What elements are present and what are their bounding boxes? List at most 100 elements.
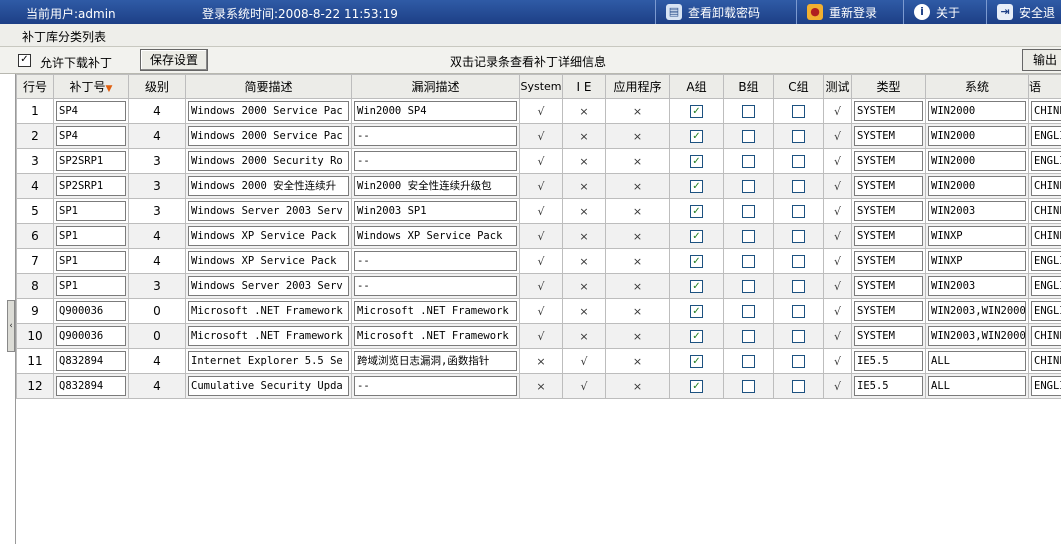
group-a-checkbox[interactable]: ✓ [690, 355, 703, 368]
os-field[interactable]: WIN2003 [928, 201, 1026, 221]
table-row[interactable]: 12 Q832894 4 Cumulative Security Upda -- × √ × ✓… [16, 373, 1061, 399]
summary-field[interactable]: Windows 2000 Security Ro [188, 151, 349, 171]
group-b-checkbox[interactable] [742, 205, 755, 218]
patch-number-field[interactable]: Q832894 [56, 376, 126, 396]
col-header-vulnerability[interactable]: 漏洞描述 [351, 74, 520, 99]
vulnerability-field[interactable]: 跨域浏览日志漏洞,函数指针 [354, 351, 517, 371]
type-field[interactable]: SYSTEM [854, 151, 923, 171]
group-b-checkbox[interactable] [742, 180, 755, 193]
language-field[interactable]: ENGLISH [1031, 251, 1061, 271]
type-field[interactable]: SYSTEM [854, 251, 923, 271]
language-field[interactable]: CHINESE [1031, 351, 1061, 371]
group-c-checkbox[interactable] [792, 230, 805, 243]
table-row[interactable]: 11 Q832894 4 Internet Explorer 5.5 Se 跨域浏览日志… [16, 348, 1061, 374]
vulnerability-field[interactable]: Windows XP Service Pack [354, 226, 517, 246]
os-field[interactable]: WIN2000 [928, 176, 1026, 196]
col-header-patch-number[interactable]: 补丁号▼ [53, 74, 129, 99]
language-field[interactable]: CHINESE [1031, 201, 1061, 221]
group-b-checkbox[interactable] [742, 130, 755, 143]
export-button[interactable]: 输出 [1022, 49, 1061, 71]
os-field[interactable]: WIN2000 [928, 151, 1026, 171]
allow-download-checkbox[interactable]: ✓ [18, 54, 31, 67]
os-field[interactable]: ALL [928, 376, 1026, 396]
type-field[interactable]: SYSTEM [854, 326, 923, 346]
group-b-checkbox[interactable] [742, 305, 755, 318]
table-row[interactable]: 1 SP4 4 Windows 2000 Service Pac Win2000 SP4… [16, 98, 1061, 124]
language-field[interactable]: ENGLISH [1031, 126, 1061, 146]
table-row[interactable]: 5 SP1 3 Windows Server 2003 Serv Win2003 SP1… [16, 198, 1061, 224]
type-field[interactable]: IE5.5 [854, 351, 923, 371]
table-row[interactable]: 9 Q900036 0 Microsoft .NET Framework Microso… [16, 298, 1061, 324]
collapse-handle[interactable]: ‹ [7, 300, 15, 352]
os-field[interactable]: ALL [928, 351, 1026, 371]
patch-number-field[interactable]: SP1 [56, 276, 126, 296]
group-b-checkbox[interactable] [742, 355, 755, 368]
summary-field[interactable]: Internet Explorer 5.5 Se [188, 351, 349, 371]
group-b-checkbox[interactable] [742, 255, 755, 268]
type-field[interactable]: SYSTEM [854, 301, 923, 321]
group-b-checkbox[interactable] [742, 330, 755, 343]
summary-field[interactable]: Windows 2000 Service Pac [188, 126, 349, 146]
summary-field[interactable]: Windows XP Service Pack [188, 251, 349, 271]
patch-number-field[interactable]: SP4 [56, 101, 126, 121]
language-field[interactable]: ENGLISH [1031, 301, 1061, 321]
language-field[interactable]: ENGLISH [1031, 151, 1061, 171]
logout-button[interactable]: ⇥ 安全退 [997, 2, 1055, 22]
table-row[interactable]: 6 SP1 4 Windows XP Service Pack Windows XP S… [16, 223, 1061, 249]
relogin-button[interactable]: ● 重新登录 [807, 2, 877, 22]
table-row[interactable]: 7 SP1 4 Windows XP Service Pack -- √ × × ✓ √ SYSTE… [16, 248, 1061, 274]
summary-field[interactable]: Windows Server 2003 Serv [188, 276, 349, 296]
summary-field[interactable]: Windows XP Service Pack [188, 226, 349, 246]
language-field[interactable]: ENGLISH [1031, 276, 1061, 296]
vulnerability-field[interactable]: -- [354, 126, 517, 146]
type-field[interactable]: SYSTEM [854, 201, 923, 221]
col-header-type[interactable]: 类型 [851, 74, 926, 99]
summary-field[interactable]: Windows Server 2003 Serv [188, 201, 349, 221]
type-field[interactable]: IE5.5 [854, 376, 923, 396]
os-field[interactable]: WIN2000 [928, 126, 1026, 146]
patch-number-field[interactable]: Q832894 [56, 351, 126, 371]
vulnerability-field[interactable]: -- [354, 251, 517, 271]
group-c-checkbox[interactable] [792, 330, 805, 343]
col-header-summary[interactable]: 简要描述 [185, 74, 352, 99]
group-a-checkbox[interactable]: ✓ [690, 380, 703, 393]
table-row[interactable]: 8 SP1 3 Windows Server 2003 Serv -- √ × × ✓ √ SYST… [16, 273, 1061, 299]
group-c-checkbox[interactable] [792, 130, 805, 143]
type-field[interactable]: SYSTEM [854, 176, 923, 196]
col-header-group-c[interactable]: C组 [773, 74, 824, 99]
vulnerability-field[interactable]: Microsoft .NET Framework [354, 301, 517, 321]
vulnerability-field[interactable]: -- [354, 276, 517, 296]
group-b-checkbox[interactable] [742, 280, 755, 293]
language-field[interactable]: CHINESE [1031, 326, 1061, 346]
patch-number-field[interactable]: SP2SRP1 [56, 176, 126, 196]
patch-number-field[interactable]: SP1 [56, 201, 126, 221]
os-field[interactable]: WINXP [928, 226, 1026, 246]
type-field[interactable]: SYSTEM [854, 126, 923, 146]
type-field[interactable]: SYSTEM [854, 101, 923, 121]
group-a-checkbox[interactable]: ✓ [690, 330, 703, 343]
group-a-checkbox[interactable]: ✓ [690, 130, 703, 143]
type-field[interactable]: SYSTEM [854, 276, 923, 296]
vulnerability-field[interactable]: Win2000 SP4 [354, 101, 517, 121]
group-a-checkbox[interactable]: ✓ [690, 230, 703, 243]
group-a-checkbox[interactable]: ✓ [690, 255, 703, 268]
patch-number-field[interactable]: Q900036 [56, 301, 126, 321]
col-header-group-a[interactable]: A组 [669, 74, 724, 99]
view-uninstall-password-button[interactable]: ▤ 查看卸载密码 [666, 2, 760, 22]
language-field[interactable]: CHINESE [1031, 176, 1061, 196]
table-row[interactable]: 3 SP2SRP1 3 Windows 2000 Security Ro -- √ × × ✓ √… [16, 148, 1061, 174]
group-a-checkbox[interactable]: ✓ [690, 105, 703, 118]
os-field[interactable]: WIN2003,WIN2000, [928, 326, 1026, 346]
group-c-checkbox[interactable] [792, 305, 805, 318]
patch-number-field[interactable]: SP2SRP1 [56, 151, 126, 171]
col-header-system[interactable]: System [519, 74, 563, 99]
patch-number-field[interactable]: SP1 [56, 226, 126, 246]
language-field[interactable]: ENGLISH [1031, 376, 1061, 396]
col-header-row-number[interactable]: 行号 [16, 74, 54, 99]
group-c-checkbox[interactable] [792, 105, 805, 118]
group-a-checkbox[interactable]: ✓ [690, 155, 703, 168]
type-field[interactable]: SYSTEM [854, 226, 923, 246]
group-c-checkbox[interactable] [792, 255, 805, 268]
group-b-checkbox[interactable] [742, 230, 755, 243]
summary-field[interactable]: Windows 2000 安全性连续升 [188, 176, 349, 196]
